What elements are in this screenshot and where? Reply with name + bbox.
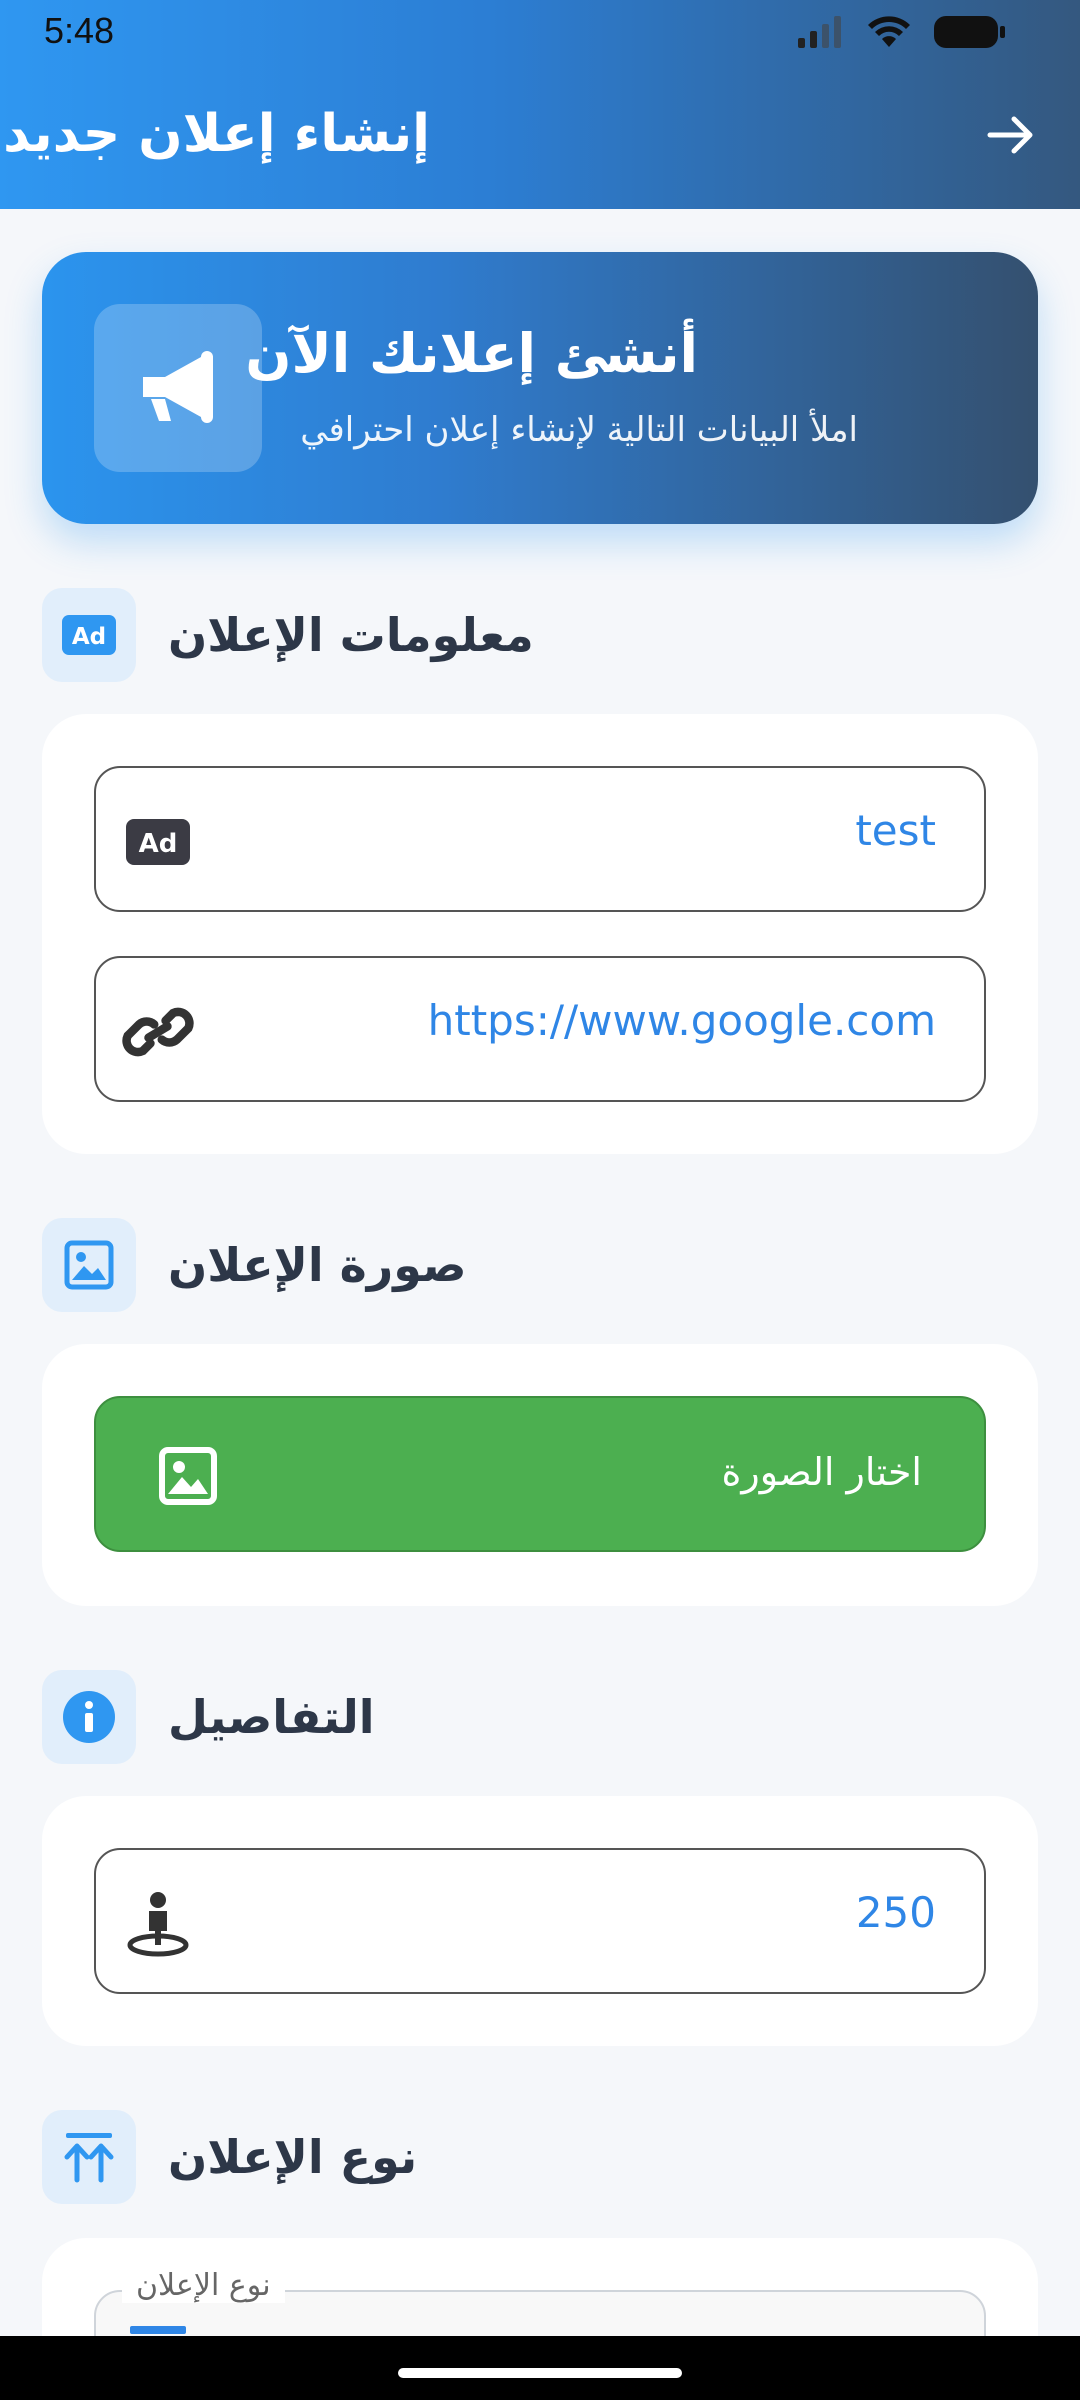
ad-link-field[interactable]: https://www.google.com xyxy=(94,956,986,1102)
pick-image-button[interactable]: اختار الصورة xyxy=(94,1396,986,1552)
section-ad-info-header: Ad معلومات الإعلان xyxy=(42,588,1038,682)
section-title: التفاصيل xyxy=(168,1690,375,1744)
ad-link-value: https://www.google.com xyxy=(427,996,936,1045)
select-accent-bar xyxy=(130,2326,186,2334)
count-value: 250 xyxy=(855,1888,936,1937)
section-ad-image-header: صورة الإعلان xyxy=(42,1218,1038,1312)
section-icon-box xyxy=(42,2110,136,2204)
megaphone-icon xyxy=(143,351,213,423)
person-pin-icon xyxy=(122,1888,194,1960)
hero-card: أنشئ إعلانك الآن املأ البيانات التالية ل… xyxy=(42,252,1038,524)
section-title: صورة الإعلان xyxy=(168,1238,467,1292)
count-field[interactable]: 250 xyxy=(94,1848,986,1994)
image-icon xyxy=(159,1447,217,1505)
hero-title: أنشئ إعلانك الآن xyxy=(245,322,698,385)
ad-title-field[interactable]: test Ad xyxy=(94,766,986,912)
signal-icon xyxy=(798,16,841,48)
hero-icon-box xyxy=(94,304,262,472)
app-header: 5:48 إنشاء إعلان جديد xyxy=(0,0,1080,209)
section-details-header: التفاصيل xyxy=(42,1670,1038,1764)
link-icon xyxy=(122,996,194,1068)
status-icons xyxy=(798,12,1006,52)
pick-image-label: اختار الصورة xyxy=(721,1450,922,1494)
ad-image-card: اختار الصورة xyxy=(42,1344,1038,1606)
ad-icon: Ad xyxy=(62,615,116,655)
ad-type-select-label: نوع الإعلان xyxy=(122,2268,285,2303)
status-time: 5:48 xyxy=(44,10,115,51)
image-icon xyxy=(64,1240,114,1290)
info-icon xyxy=(63,1691,115,1743)
section-icon-box: Ad xyxy=(42,588,136,682)
ad-title-value: test xyxy=(855,806,936,855)
section-title: نوع الإعلان xyxy=(168,2130,418,2184)
section-title: معلومات الإعلان xyxy=(168,608,534,662)
double-arrow-up-icon xyxy=(64,2133,114,2183)
section-ad-type-header: نوع الإعلان xyxy=(42,2110,1038,2204)
ad-info-card: test Ad https://www.google.com xyxy=(42,714,1038,1154)
section-icon-box xyxy=(42,1218,136,1312)
svg-text:Ad: Ad xyxy=(72,624,106,650)
page-title: إنشاء إعلان جديد xyxy=(3,104,430,164)
details-card: 250 xyxy=(42,1796,1038,2046)
wifi-icon xyxy=(868,16,910,47)
section-icon-box xyxy=(42,1670,136,1764)
ad-icon: Ad xyxy=(122,806,194,878)
svg-text:Ad: Ad xyxy=(139,829,178,859)
home-indicator[interactable] xyxy=(398,2368,682,2378)
hero-subtitle: املأ البيانات التالية لإنشاء إعلان احترا… xyxy=(300,410,858,450)
battery-icon xyxy=(934,16,1005,48)
arrow-right-icon[interactable] xyxy=(986,110,1036,160)
